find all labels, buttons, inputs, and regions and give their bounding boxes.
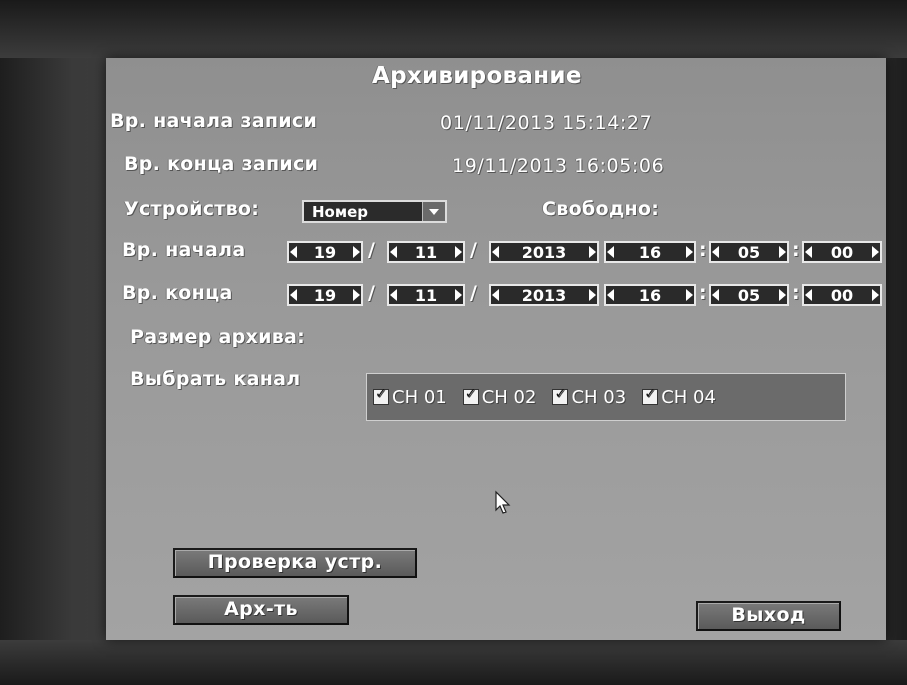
start-time-label: Вр. начала bbox=[122, 239, 246, 261]
arrow-right-icon[interactable] bbox=[352, 289, 360, 301]
checkbox-icon[interactable] bbox=[373, 386, 389, 405]
arrow-right-icon[interactable] bbox=[589, 246, 596, 258]
start-minute-spinner[interactable]: 05 bbox=[709, 241, 789, 263]
end-time-row: Вр. конца 19 / 11 / 2013 16 : 05 : 00 bbox=[106, 282, 886, 308]
arrow-left-icon[interactable] bbox=[805, 289, 812, 301]
archive-size-label: Размер архива: bbox=[130, 326, 306, 348]
arrow-right-icon[interactable] bbox=[685, 246, 693, 258]
arrow-right-icon[interactable] bbox=[454, 289, 462, 301]
end-second-spinner[interactable]: 00 bbox=[802, 284, 882, 306]
arrow-left-icon[interactable] bbox=[390, 289, 397, 301]
mouse-pointer-icon bbox=[495, 490, 511, 514]
monitor-bezel-bottom bbox=[0, 640, 907, 685]
channel-checkbox-ch02[interactable]: CH 02 bbox=[462, 386, 536, 408]
start-time-row: Вр. начала 19 / 11 / 2013 16 : 05 : 00 bbox=[106, 239, 886, 265]
arrow-right-icon[interactable] bbox=[352, 246, 360, 258]
time-separator: : bbox=[699, 239, 707, 261]
end-minute-spinner[interactable]: 05 bbox=[709, 284, 789, 306]
channel-list: CH 01 CH 02 CH 03 CH 04 bbox=[366, 373, 846, 421]
record-end-value: 19/11/2013 16:05:06 bbox=[452, 155, 665, 177]
arrow-right-icon[interactable] bbox=[778, 289, 786, 301]
select-channel-label: Выбрать канал bbox=[130, 368, 301, 390]
date-separator: / bbox=[368, 239, 375, 261]
arrow-left-icon[interactable] bbox=[290, 246, 297, 258]
arrow-right-icon[interactable] bbox=[871, 289, 879, 301]
arrow-left-icon[interactable] bbox=[290, 289, 297, 301]
end-day-spinner[interactable]: 19 bbox=[287, 284, 363, 306]
end-year-spinner[interactable]: 2013 bbox=[489, 284, 599, 306]
device-select[interactable]: Номер bbox=[302, 200, 447, 223]
arrow-right-icon[interactable] bbox=[871, 246, 879, 258]
channel-checkbox-ch04[interactable]: CH 04 bbox=[642, 386, 716, 408]
monitor-bezel-top bbox=[0, 0, 907, 58]
end-month-spinner[interactable]: 11 bbox=[387, 284, 465, 306]
device-select-value: Номер bbox=[312, 202, 369, 221]
arrow-left-icon[interactable] bbox=[607, 289, 614, 301]
channel-checkbox-ch01[interactable]: CH 01 bbox=[373, 386, 447, 408]
time-separator: : bbox=[792, 282, 800, 304]
start-second-spinner[interactable]: 00 bbox=[802, 241, 882, 263]
arrow-right-icon[interactable] bbox=[778, 246, 786, 258]
start-year-spinner[interactable]: 2013 bbox=[489, 241, 599, 263]
end-hour-spinner[interactable]: 16 bbox=[604, 284, 696, 306]
arrow-left-icon[interactable] bbox=[492, 246, 499, 258]
exit-button[interactable]: Выход bbox=[696, 601, 841, 631]
date-separator: / bbox=[470, 239, 477, 261]
archive-dialog: Архивирование Вр. начала записи 01/11/20… bbox=[106, 58, 886, 640]
arrow-left-icon[interactable] bbox=[607, 246, 614, 258]
time-separator: : bbox=[792, 239, 800, 261]
arrow-left-icon[interactable] bbox=[390, 246, 397, 258]
checkbox-icon[interactable] bbox=[552, 386, 569, 405]
arrow-left-icon[interactable] bbox=[805, 246, 812, 258]
record-start-value: 01/11/2013 15:14:27 bbox=[440, 112, 653, 134]
check-device-button[interactable]: Проверка устр. bbox=[173, 548, 417, 578]
dialog-title: Архивирование bbox=[372, 63, 582, 89]
checkbox-icon[interactable] bbox=[462, 386, 479, 405]
checkbox-icon[interactable] bbox=[642, 386, 659, 405]
date-separator: / bbox=[368, 282, 375, 304]
record-end-label: Вр. конца записи bbox=[124, 153, 319, 175]
end-time-label: Вр. конца bbox=[122, 282, 233, 304]
channel-checkbox-ch03[interactable]: CH 03 bbox=[552, 386, 626, 408]
arrow-left-icon[interactable] bbox=[492, 289, 499, 301]
arrow-right-icon[interactable] bbox=[454, 246, 462, 258]
arrow-right-icon[interactable] bbox=[685, 289, 693, 301]
date-separator: / bbox=[470, 282, 477, 304]
device-label: Устройство: bbox=[124, 198, 260, 220]
chevron-down-icon[interactable] bbox=[422, 202, 445, 221]
start-month-spinner[interactable]: 11 bbox=[387, 241, 465, 263]
start-day-spinner[interactable]: 19 bbox=[287, 241, 363, 263]
arrow-left-icon[interactable] bbox=[712, 246, 719, 258]
free-space-label: Свободно: bbox=[542, 198, 660, 220]
start-hour-spinner[interactable]: 16 bbox=[604, 241, 696, 263]
arrow-right-icon[interactable] bbox=[589, 289, 596, 301]
arrow-left-icon[interactable] bbox=[712, 289, 719, 301]
time-separator: : bbox=[699, 282, 707, 304]
archive-button[interactable]: Арх-ть bbox=[173, 595, 349, 625]
record-start-label: Вр. начала записи bbox=[110, 110, 318, 132]
